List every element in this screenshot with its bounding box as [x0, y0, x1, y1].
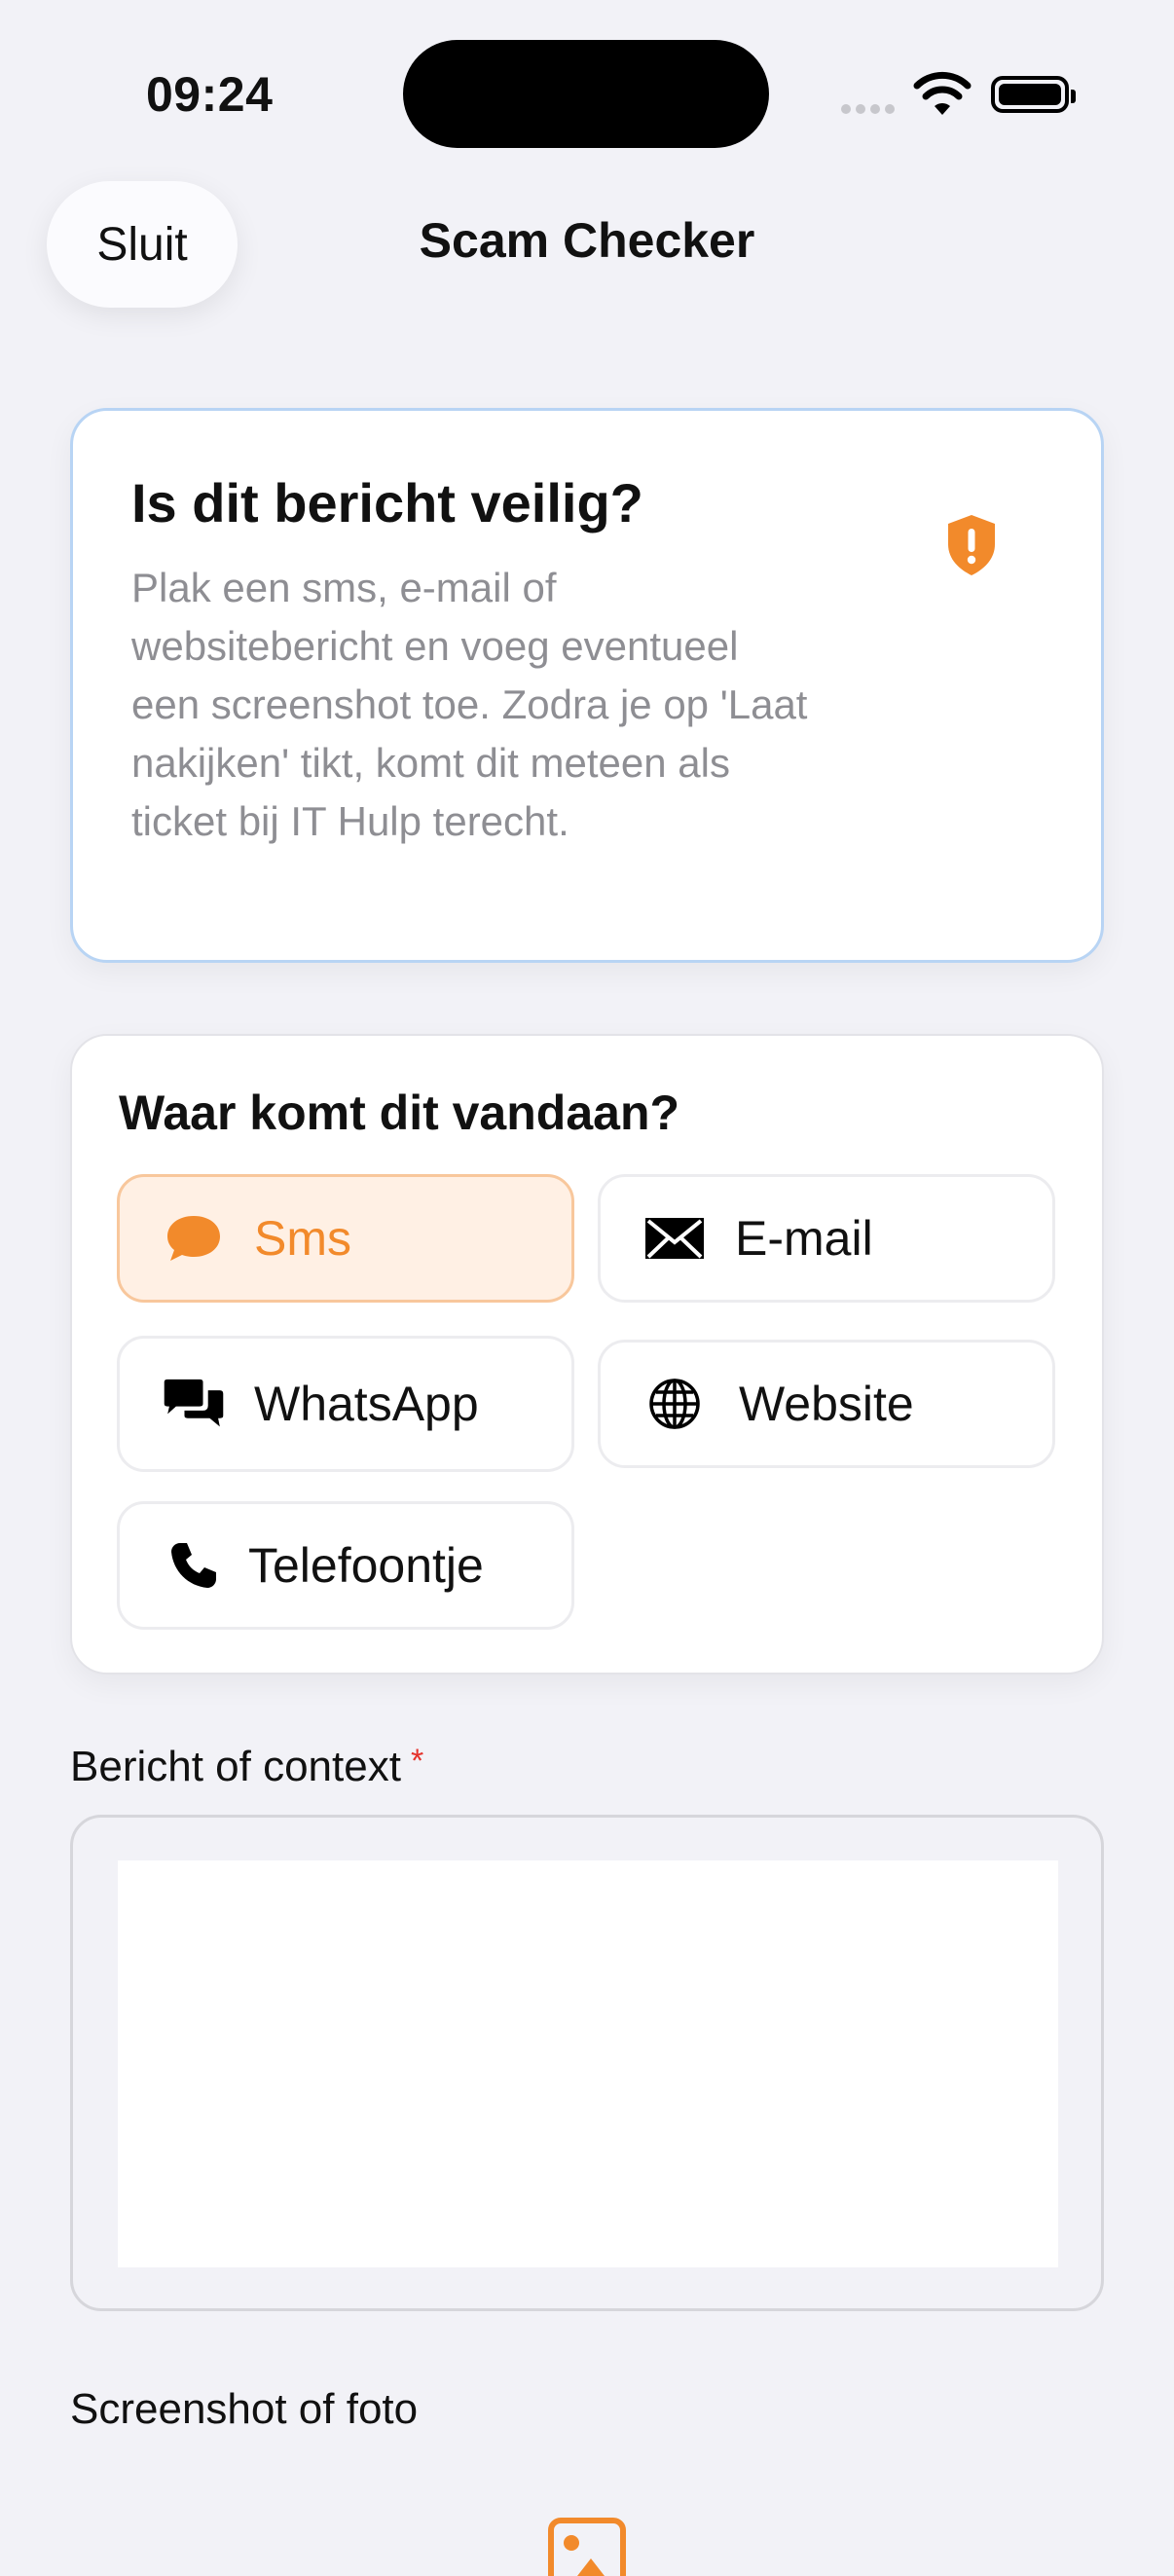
status-time: 09:24: [146, 67, 274, 122]
phone-icon: [163, 1534, 225, 1597]
source-option-phone[interactable]: Telefoontje: [117, 1501, 574, 1630]
source-option-label: E-mail: [735, 1211, 873, 1266]
message-label-text: Bericht of context: [70, 1743, 401, 1790]
info-card-description: Plak een sms, e-mail of websitebericht e…: [131, 565, 808, 844]
source-title: Waar komt dit vandaan?: [119, 1086, 680, 1140]
battery-icon: [991, 76, 1076, 113]
close-button[interactable]: Sluit: [47, 181, 238, 308]
message-field-label: Bericht of context *: [70, 1743, 423, 1791]
source-option-email[interactable]: E-mail: [598, 1174, 1055, 1303]
source-option-sms[interactable]: Sms: [117, 1174, 574, 1303]
message-field-container: [70, 1815, 1104, 2311]
source-option-whatsapp[interactable]: WhatsApp: [117, 1336, 574, 1472]
source-option-website[interactable]: Website: [598, 1340, 1055, 1468]
source-card: Waar komt dit vandaan? Sms E-mail WhatsA…: [70, 1034, 1104, 1674]
source-option-label: Telefoontje: [248, 1538, 484, 1593]
wifi-icon: [913, 71, 972, 115]
cellular-signal-icon: [841, 101, 899, 119]
screenshot-label: Screenshot of foto: [70, 2385, 419, 2433]
message-input[interactable]: [118, 1860, 1058, 2267]
chat-bubble-icon: [163, 1207, 225, 1270]
envelope-icon: [643, 1207, 706, 1270]
page-title: Scam Checker: [419, 213, 755, 268]
shield-exclamation-icon: [948, 515, 995, 575]
source-option-label: Sms: [254, 1211, 351, 1266]
chat-bubbles-icon: [163, 1373, 225, 1435]
info-card-title: Is dit bericht veilig?: [131, 472, 643, 534]
dynamic-island: [403, 40, 769, 148]
globe-icon: [643, 1373, 706, 1435]
required-mark: *: [410, 1743, 424, 1780]
source-option-label: Website: [739, 1377, 914, 1431]
info-card: Is dit bericht veilig? Plak een sms, e-m…: [70, 408, 1104, 963]
source-option-label: WhatsApp: [254, 1377, 479, 1431]
photo-icon[interactable]: [548, 2518, 626, 2576]
